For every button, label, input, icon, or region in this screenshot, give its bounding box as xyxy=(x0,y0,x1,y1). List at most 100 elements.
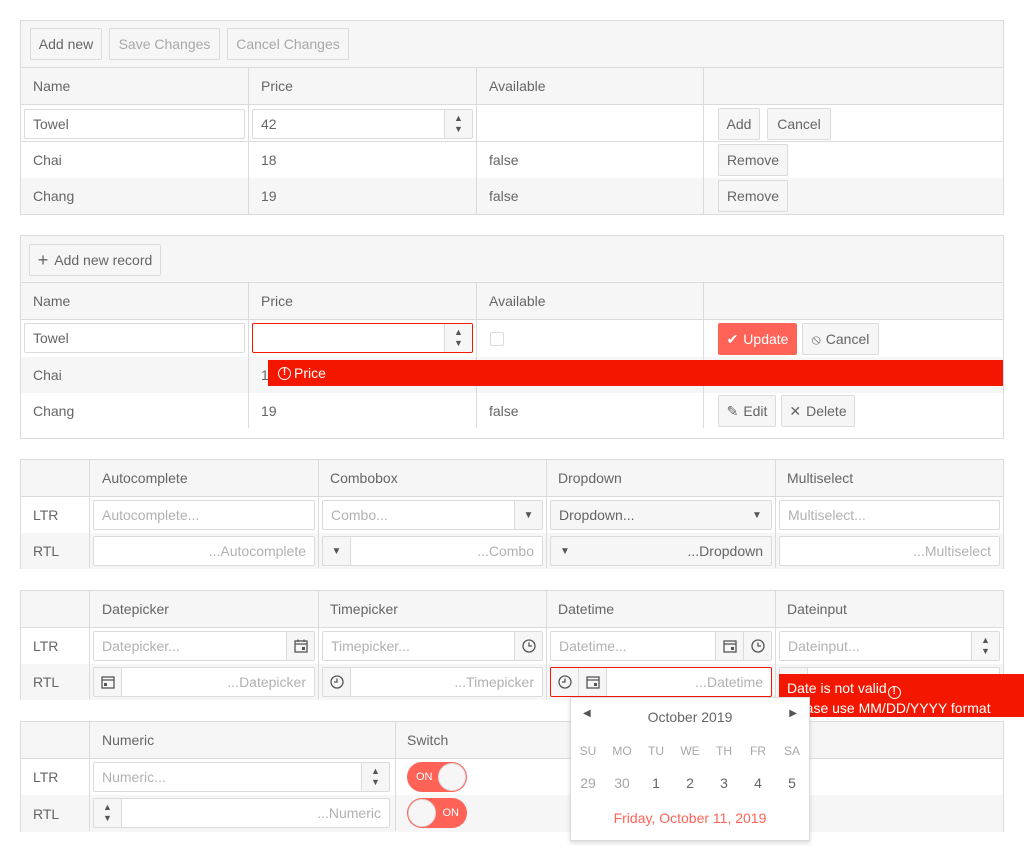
numeric-input[interactable]: Numeric... ▲ ▼ xyxy=(93,762,390,792)
column-header-price[interactable]: Price xyxy=(249,283,477,319)
grid-toolbar: + Add new record xyxy=(21,236,1003,283)
calendar-day[interactable]: 1 xyxy=(639,775,673,791)
next-month-icon[interactable]: ▶ xyxy=(789,708,797,719)
calendar-day[interactable]: 30 xyxy=(605,775,639,791)
chevron-down-icon: ▼ xyxy=(560,545,570,557)
calendar-day[interactable]: 3 xyxy=(707,775,741,791)
name-input[interactable]: Towel xyxy=(24,323,245,353)
column-header-name[interactable]: Name xyxy=(21,283,249,319)
row-label: LTR xyxy=(33,507,59,523)
calendar-title[interactable]: October 2019 xyxy=(571,709,809,725)
close-icon: ✕ xyxy=(789,402,802,419)
price-numeric-input[interactable]: ▲ ▼ xyxy=(252,323,473,353)
column-header-combobox: Combobox xyxy=(330,470,398,486)
grid-header: Name Price Available xyxy=(21,283,1003,320)
timepicker-input-rtl[interactable]: ...Timepicker xyxy=(322,667,543,697)
clock-icon[interactable] xyxy=(551,668,579,696)
multiselect-input[interactable]: Multiselect... xyxy=(779,500,1000,530)
cell-available: false xyxy=(489,152,519,168)
cancel-edit-button[interactable]: ⦸ Cancel xyxy=(802,323,879,355)
dateinput-input[interactable]: Dateinput... ▲ ▼ xyxy=(779,631,1000,661)
add-new-record-button[interactable]: + Add new record xyxy=(29,244,161,276)
table-header: Numeric Switch xyxy=(21,722,1003,759)
column-header-available[interactable]: Available xyxy=(477,68,704,104)
available-checkbox[interactable] xyxy=(490,332,504,346)
edit-button[interactable]: ✎ Edit xyxy=(718,395,776,427)
chevron-down-icon: ▼ xyxy=(752,509,762,521)
calendar-icon[interactable] xyxy=(286,632,314,660)
price-numeric-input[interactable]: 42 ▲ ▼ xyxy=(252,109,473,139)
datepicker-input[interactable]: Datepicker... xyxy=(93,631,315,661)
row-label: LTR xyxy=(33,638,59,654)
spinner-icon[interactable]: ▲▼ xyxy=(361,763,389,791)
table-header: Datepicker Timepicker Datetime Dateinput xyxy=(21,591,1003,628)
save-changes-button[interactable]: Save Changes xyxy=(109,28,220,60)
table-row-ltr: LTR Numeric... ▲ ▼ ON xyxy=(21,759,1003,795)
autocomplete-input[interactable]: Autocomplete... xyxy=(93,500,315,530)
clock-icon[interactable] xyxy=(323,668,351,696)
numeric-input-rtl[interactable]: ▲ ▼ ...Numeric xyxy=(93,798,390,828)
column-header-autocomplete: Autocomplete xyxy=(102,470,188,486)
column-header-command xyxy=(704,68,1004,104)
multiselect-input-rtl[interactable]: ...Multiselect xyxy=(779,536,1000,566)
switch-label: ON xyxy=(416,771,433,783)
add-row-button[interactable]: Add xyxy=(718,108,760,140)
cell-price: 18 xyxy=(261,152,277,168)
table-row: Chang 19 false Remove xyxy=(21,178,1003,214)
timepicker-input[interactable]: Timepicker... xyxy=(322,631,543,661)
column-header-price[interactable]: Price xyxy=(249,68,477,104)
update-button[interactable]: ✔ Update xyxy=(718,323,797,355)
calendar-day[interactable]: 2 xyxy=(673,775,707,791)
cancel-changes-button[interactable]: Cancel Changes xyxy=(227,28,349,60)
table-row-rtl: RTL ▲ ▼ ...Numeric ON xyxy=(21,795,1003,832)
switch-on-rtl[interactable]: ON xyxy=(407,798,467,828)
dropdown-list[interactable]: Dropdown... ▼ xyxy=(550,500,772,530)
spinner-icon[interactable]: ▲▼ xyxy=(94,799,122,827)
cell-name: Chang xyxy=(33,188,75,204)
column-header-command xyxy=(704,283,1004,319)
weekday-sa: SA xyxy=(783,744,800,758)
autocomplete-input-rtl[interactable]: ...Autocomplete xyxy=(93,536,315,566)
chevron-down-icon[interactable]: ▼ xyxy=(323,537,351,565)
calendar-day[interactable]: 5 xyxy=(775,775,809,791)
combobox-input[interactable]: Combo... ▼ xyxy=(322,500,543,530)
dropdown-list-rtl[interactable]: ▼ ...Dropdown xyxy=(550,536,772,566)
row-label: LTR xyxy=(33,769,59,785)
name-input[interactable]: Towel xyxy=(24,109,245,139)
grid-header: Name Price Available xyxy=(21,68,1003,105)
calendar-icon[interactable] xyxy=(579,668,607,696)
column-header-datetime: Datetime xyxy=(558,601,615,617)
calendar-day[interactable]: 29 xyxy=(571,775,605,791)
column-header-available[interactable]: Available xyxy=(477,283,704,319)
clock-icon[interactable] xyxy=(743,632,771,660)
table-numeric: Numeric Switch LTR Numeric... ▲ ▼ ON RTL ▲… xyxy=(20,721,1004,832)
spinner-icon[interactable]: ▲▼ xyxy=(444,110,472,138)
datetime-input[interactable]: Datetime... xyxy=(550,631,772,661)
remove-button[interactable]: Remove xyxy=(718,144,788,176)
datepicker-input-rtl[interactable]: ...Datepicker xyxy=(93,667,315,697)
remove-button[interactable]: Remove xyxy=(718,180,788,212)
add-new-button[interactable]: Add new xyxy=(30,28,102,60)
spinner-icon[interactable]: ▲▼ xyxy=(444,324,472,352)
calendar-day[interactable]: 4 xyxy=(741,775,775,791)
table-row-ltr: LTR Autocomplete... Combo... ▼ Dropdown..… xyxy=(21,497,1003,533)
switch-label: ON xyxy=(442,807,460,819)
grid-inline: + Add new record Name Price Available To… xyxy=(20,235,1004,439)
calendar-icon[interactable] xyxy=(94,668,122,696)
switch-knob xyxy=(438,763,466,791)
cell-available: false xyxy=(489,188,519,204)
chevron-down-icon[interactable]: ▼ xyxy=(514,501,542,529)
cell-name: Chang xyxy=(33,403,75,419)
today-link[interactable]: Friday, October 11, 2019 xyxy=(571,810,809,826)
cancel-row-button[interactable]: Cancel xyxy=(767,108,831,140)
delete-button[interactable]: ✕ Delete xyxy=(781,395,855,427)
column-header-timepicker: Timepicker xyxy=(330,601,398,617)
calendar-icon[interactable] xyxy=(715,632,743,660)
spinner-icon[interactable]: ▲▼ xyxy=(971,632,999,660)
column-header-name[interactable]: Name xyxy=(21,68,249,104)
datetime-input-rtl[interactable]: ...Datetime xyxy=(550,667,772,697)
clock-icon[interactable] xyxy=(514,632,542,660)
combobox-input-rtl[interactable]: ▼ ...Combo xyxy=(322,536,543,566)
weekday-mo: MO xyxy=(612,744,632,758)
switch-on[interactable]: ON xyxy=(407,762,467,792)
